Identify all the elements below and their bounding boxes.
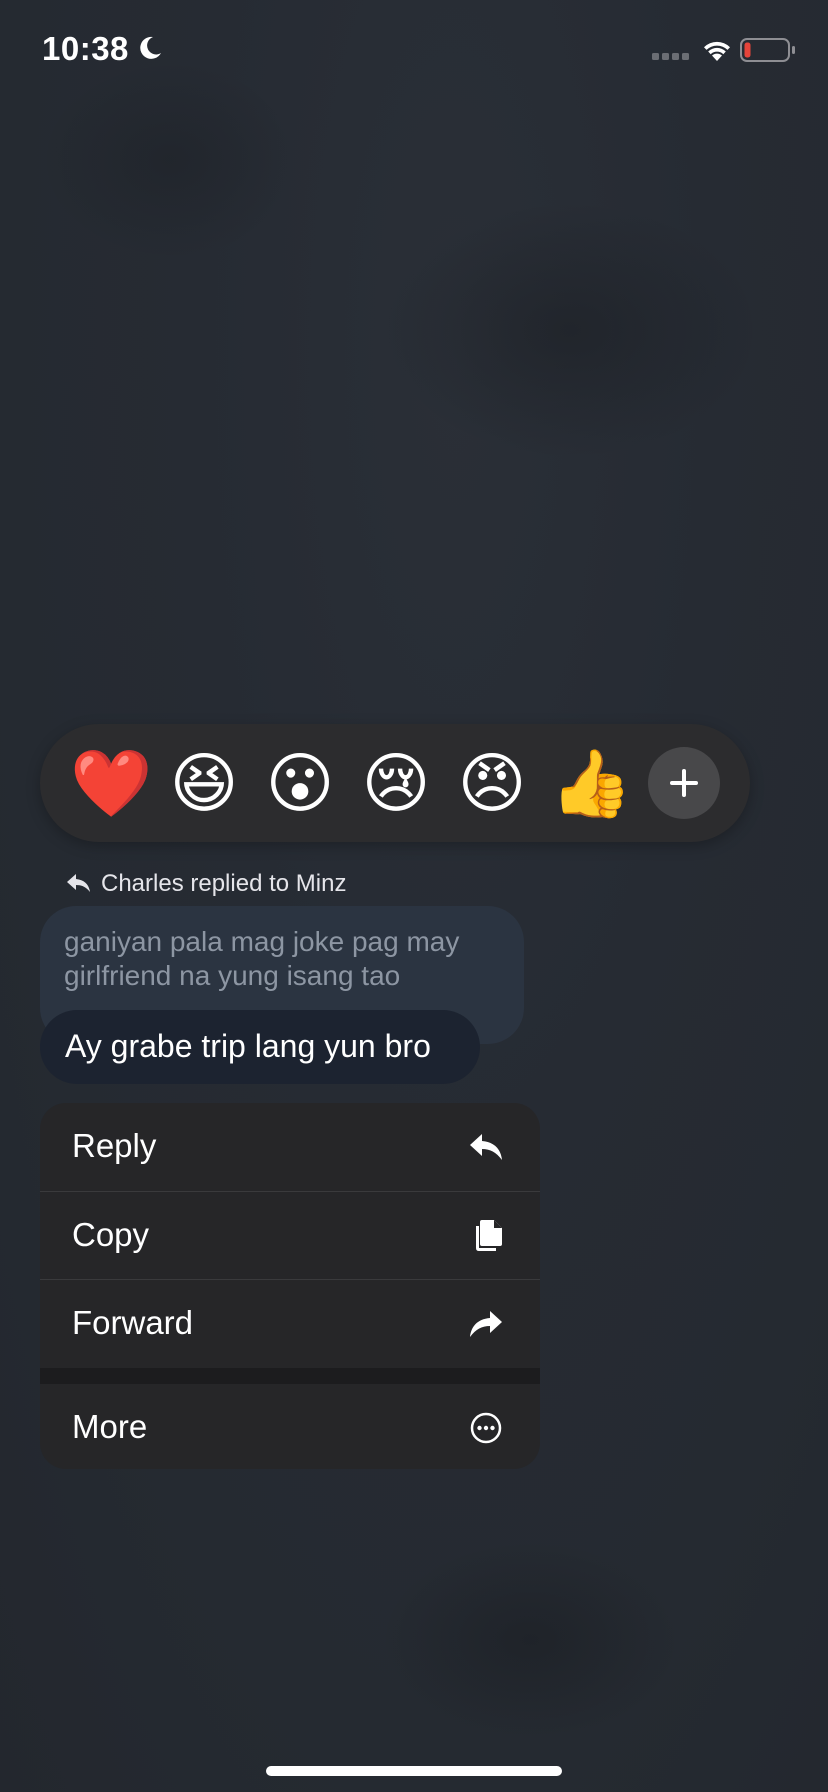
reply-icon: [470, 1134, 502, 1160]
reply-arrow-icon: [67, 874, 90, 892]
menu-item-label: Forward: [72, 1304, 194, 1341]
battery-icon: [740, 38, 795, 62]
home-indicator[interactable]: [266, 1766, 562, 1776]
message-text: Ay grabe trip lang yun bro: [65, 1028, 431, 1064]
menu-separator: [40, 1368, 540, 1384]
message-context-menu: Reply Copy Forward More: [40, 1103, 540, 1469]
menu-item-reply[interactable]: Reply: [40, 1103, 540, 1191]
forward-icon: [470, 1311, 502, 1337]
more-icon: [470, 1412, 502, 1444]
reaction-laughing[interactable]: 😆: [166, 746, 242, 822]
menu-item-forward[interactable]: Forward: [40, 1280, 540, 1368]
status-bar: 10:38: [0, 0, 828, 100]
reaction-crying[interactable]: 😢: [358, 746, 434, 822]
background-blur: [380, 1540, 680, 1740]
menu-item-label: More: [72, 1408, 148, 1445]
signal-icon: [652, 53, 689, 60]
reaction-bar: ❤️ 😆 😮 😢 😠 👍: [40, 724, 750, 842]
moon-icon: [140, 36, 161, 59]
status-time: 10:38: [42, 30, 129, 67]
add-reaction-button[interactable]: [648, 747, 720, 819]
menu-item-more[interactable]: More: [40, 1384, 540, 1469]
reply-context-text: Charles replied to Minz: [101, 870, 347, 897]
wifi-icon: [704, 41, 730, 61]
reaction-thumbs-up[interactable]: 👍: [550, 746, 632, 822]
background-blur: [380, 200, 760, 460]
reaction-surprised[interactable]: 😮: [262, 746, 338, 822]
menu-item-copy[interactable]: Copy: [40, 1192, 540, 1280]
quoted-message-line: ganiyan pala mag joke pag may: [64, 926, 460, 957]
menu-item-label: Copy: [72, 1216, 150, 1253]
copy-icon: [476, 1220, 502, 1251]
quoted-message-line: girlfriend na yung isang tao: [64, 960, 401, 991]
reaction-heart[interactable]: ❤️: [70, 746, 152, 822]
reaction-angry[interactable]: 😠: [454, 746, 530, 822]
message-bubble[interactable]: Ay grabe trip lang yun bro: [40, 1010, 480, 1084]
plus-icon: [670, 769, 698, 797]
menu-item-label: Reply: [72, 1127, 157, 1164]
